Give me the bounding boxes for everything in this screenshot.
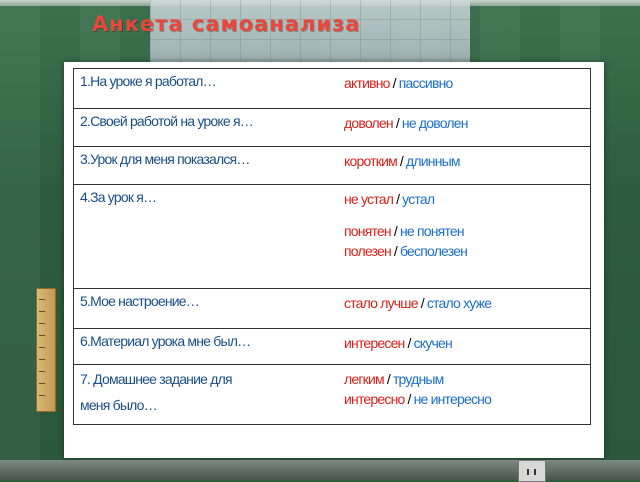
question-text: 1.На уроке я работал… bbox=[80, 73, 217, 89]
answer-cell: активно / пассивно bbox=[338, 68, 591, 109]
answer-separator: / bbox=[399, 153, 404, 169]
table-row: 1.На уроке я работал… активно / пассивно bbox=[73, 68, 591, 109]
answer-positive[interactable]: активно bbox=[344, 75, 390, 91]
answer-separator: / bbox=[420, 295, 425, 311]
answer-separator: / bbox=[393, 223, 398, 239]
answer-negative[interactable]: бесполезен bbox=[400, 243, 468, 259]
answer-cell: доволен / не доволен bbox=[338, 108, 591, 147]
question-cell: 5.Мое настроение… bbox=[73, 288, 338, 329]
answer-separator: / bbox=[407, 391, 411, 407]
question-cell: 7. Домашнее задание для меня было… bbox=[73, 364, 338, 425]
answer-separator: / bbox=[396, 191, 400, 207]
answer-positive[interactable]: легким bbox=[344, 371, 385, 387]
answer-positive[interactable]: полезен bbox=[344, 243, 392, 259]
answer-positive[interactable]: не устал bbox=[344, 191, 394, 207]
table-row: 4.За урок я… не устал / устал понятен / не п… bbox=[73, 184, 591, 289]
answer-cell: коротким / длинным bbox=[338, 146, 591, 185]
question-text: 5.Мое настроение… bbox=[80, 293, 200, 309]
question-cell: 1.На уроке я работал… bbox=[73, 68, 338, 109]
table-row: 6.Материал урока мне был… интересен / скуч… bbox=[73, 328, 591, 365]
answer-negative[interactable]: не понятен bbox=[400, 223, 465, 239]
answer-positive[interactable]: стало лучше bbox=[344, 295, 419, 311]
question-text: 3.Урок для меня показался… bbox=[80, 151, 250, 167]
question-text: 7. Домашнее задание для bbox=[80, 371, 233, 387]
question-text: 6.Материал урока мне был… bbox=[80, 333, 251, 349]
answer-positive[interactable]: коротким bbox=[344, 153, 398, 169]
answer-separator: / bbox=[395, 115, 400, 131]
table-row: 3.Урок для меня показался… коротким / длин… bbox=[73, 146, 591, 185]
answer-separator: / bbox=[393, 243, 398, 259]
answer-negative[interactable]: трудным bbox=[393, 371, 444, 387]
answer-cell: интересен / скучен bbox=[338, 328, 591, 365]
table-row: 2.Своей работой на уроке я… доволен / не д… bbox=[73, 108, 591, 147]
answer-cell: не устал / устал понятен / не понятен полезе… bbox=[338, 184, 591, 289]
table-row: 7. Домашнее задание для меня было… легки… bbox=[73, 364, 591, 425]
question-text: 2.Своей работой на уроке я… bbox=[80, 113, 254, 129]
question-cell: 4.За урок я… bbox=[73, 184, 338, 289]
answer-negative[interactable]: скучен bbox=[414, 335, 453, 351]
answer-negative[interactable]: пассивно bbox=[399, 75, 454, 91]
question-text-continued: меня было… bbox=[80, 397, 158, 413]
answer-positive[interactable]: доволен bbox=[344, 115, 394, 131]
answer-negative[interactable]: не доволен bbox=[402, 115, 469, 131]
question-cell: 6.Материал урока мне был… bbox=[73, 328, 338, 365]
table-row: 5.Мое настроение… стало лучше / стало хуже bbox=[73, 288, 591, 329]
answer-negative[interactable]: не интересно bbox=[414, 391, 492, 407]
answer-cell: легким / трудным интересно / не интересно bbox=[338, 364, 591, 425]
answer-positive[interactable]: интересен bbox=[344, 335, 405, 351]
answer-positive[interactable]: интересно bbox=[344, 391, 405, 407]
power-socket-icon bbox=[518, 460, 546, 482]
answer-separator: / bbox=[392, 75, 397, 91]
survey-table: 1.На уроке я работал… активно / пассивно 2… bbox=[73, 68, 591, 425]
answer-positive[interactable]: понятен bbox=[344, 223, 392, 239]
question-text: 4.За урок я… bbox=[80, 189, 157, 205]
ruler-decoration bbox=[36, 288, 56, 412]
answer-negative[interactable]: длинным bbox=[406, 153, 461, 169]
answer-negative[interactable]: устал bbox=[402, 191, 435, 207]
question-cell: 3.Урок для меня показался… bbox=[73, 146, 338, 185]
answer-separator: / bbox=[407, 335, 411, 351]
answer-cell: стало лучше / стало хуже bbox=[338, 288, 591, 329]
page-title: Анкета самоанализа bbox=[92, 12, 361, 36]
answer-separator: / bbox=[386, 371, 391, 387]
question-cell: 2.Своей работой на уроке я… bbox=[73, 108, 338, 147]
answer-negative[interactable]: стало хуже bbox=[427, 295, 492, 311]
